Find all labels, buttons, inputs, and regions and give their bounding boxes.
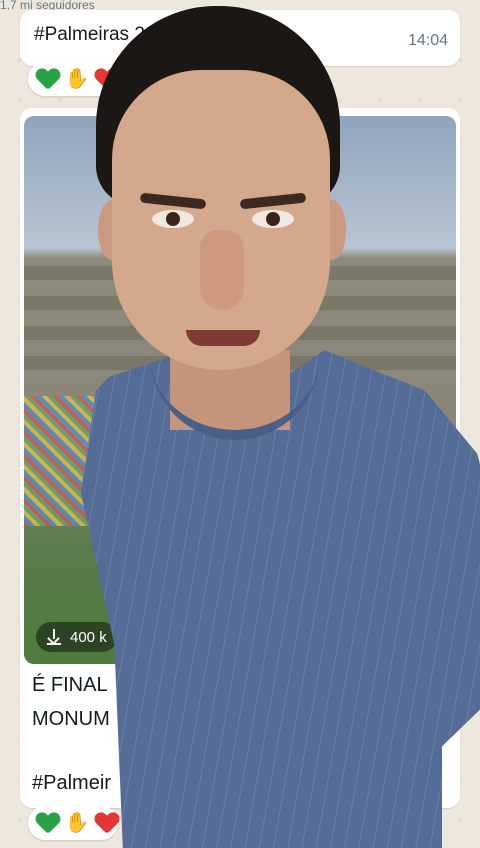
reactions-bar[interactable]: ✋ — [28, 62, 118, 96]
video-thumbnail[interactable]: 400 k — [24, 116, 456, 664]
stadium-tier — [24, 266, 456, 280]
message-caption: É FINAL MONUM #Palmeir — [32, 668, 452, 800]
message-text: #Palmeiras 2025 de 2025 — [34, 24, 251, 45]
download-button[interactable]: 400 k — [36, 622, 117, 652]
caption-line: É FINAL — [32, 674, 108, 696]
message-time: 14:04 — [407, 32, 448, 49]
video-message-bubble[interactable]: 400 k É FINAL MONUM #Palmeir — [20, 108, 460, 808]
caption-line: MONUM — [32, 708, 110, 730]
stadium-tier — [24, 356, 456, 370]
download-size: 400 k — [70, 628, 107, 646]
folded-hands-icon: ✋ — [64, 812, 90, 834]
stadium-tier — [24, 296, 456, 310]
green-heart-icon — [36, 812, 59, 834]
red-heart-icon — [95, 68, 118, 90]
reactions-bar[interactable]: ✋ — [28, 806, 118, 840]
stadium-crowd — [24, 396, 114, 526]
download-icon — [46, 629, 62, 645]
green-heart-icon — [36, 68, 59, 90]
stadium-tier — [24, 326, 456, 340]
message-bubble[interactable]: #Palmeiras 2025 de 2025 14:04 — [20, 10, 460, 66]
red-heart-icon — [95, 812, 118, 834]
channel-followers: 1,7 mi seguidores — [0, 0, 95, 10]
folded-hands-icon: ✋ — [64, 68, 90, 90]
caption-hashtag: #Palmeir — [32, 772, 111, 794]
